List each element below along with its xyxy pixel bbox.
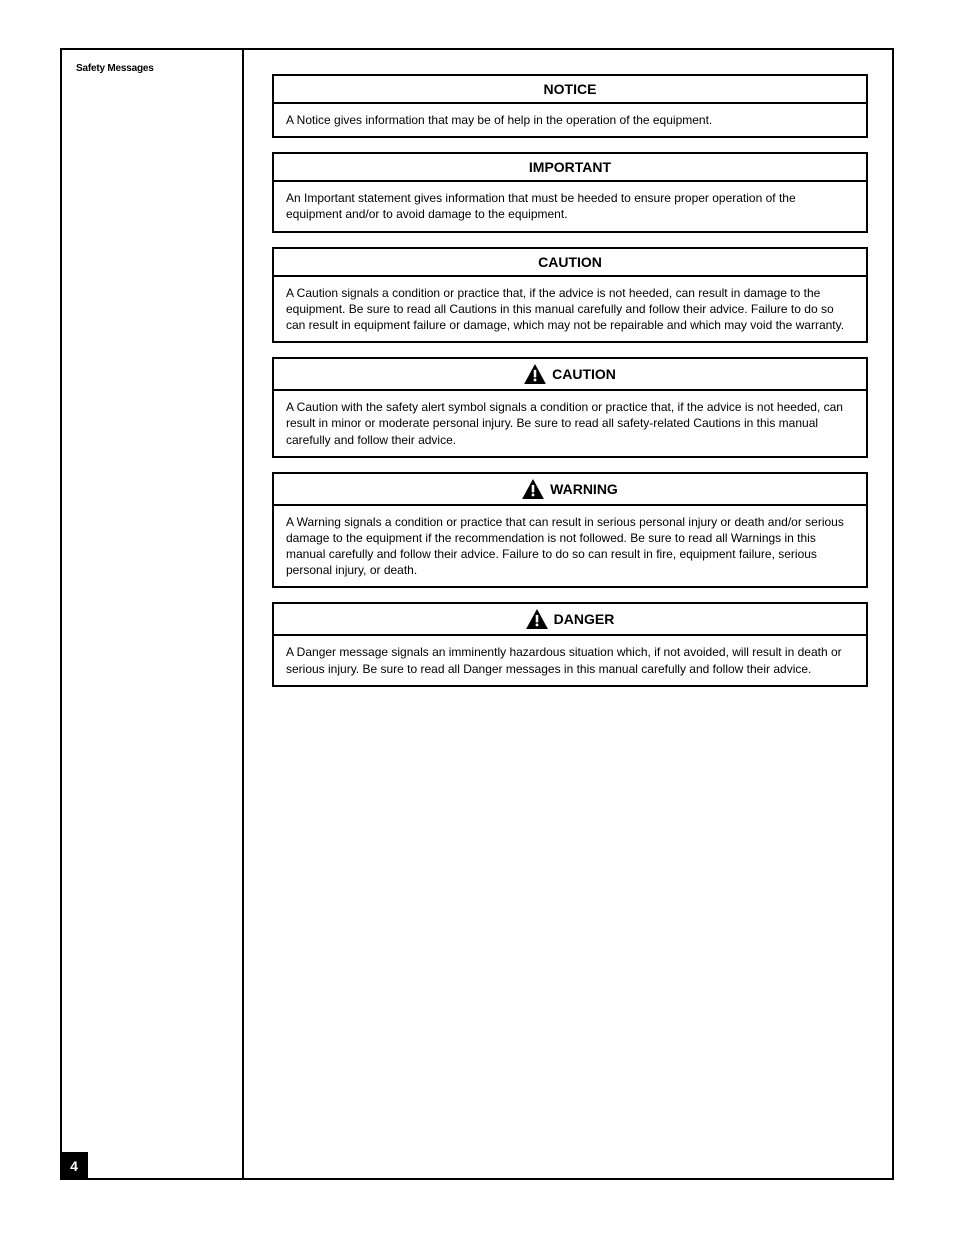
callout-caution: CAUTION A Caution signals a condition or… (272, 247, 868, 344)
callout-body: A Warning signals a condition or practic… (274, 506, 866, 587)
callout-danger: DANGER A Danger message signals an immin… (272, 602, 868, 686)
sidebar-heading: Safety Messages (76, 62, 226, 75)
callout-body: An Important statement gives information… (274, 182, 866, 230)
callout-caution-alert: CAUTION A Caution with the safety alert … (272, 357, 868, 458)
callout-title: CAUTION (552, 366, 616, 382)
alert-icon (522, 479, 544, 499)
callout-body: A Danger message signals an imminently h… (274, 636, 866, 684)
callout-column: NOTICE A Notice gives information that m… (272, 74, 868, 1165)
callout-header: WARNING (274, 474, 866, 506)
callout-header: NOTICE (274, 76, 866, 104)
callout-header: IMPORTANT (274, 154, 866, 182)
callout-header: DANGER (274, 604, 866, 636)
callout-warning: WARNING A Warning signals a condition or… (272, 472, 868, 589)
callout-header: CAUTION (274, 359, 866, 391)
column-divider (242, 48, 244, 1180)
callout-body: A Caution with the safety alert symbol s… (274, 391, 866, 456)
callout-title: DANGER (554, 611, 615, 627)
page-number: 4 (60, 1152, 88, 1180)
callout-title: IMPORTANT (529, 159, 611, 175)
callout-title: WARNING (550, 481, 618, 497)
callout-notice: NOTICE A Notice gives information that m… (272, 74, 868, 138)
callout-header: CAUTION (274, 249, 866, 277)
alert-icon (526, 609, 548, 629)
callout-important: IMPORTANT An Important statement gives i… (272, 152, 868, 232)
callout-title: CAUTION (538, 254, 602, 270)
callout-title: NOTICE (544, 81, 597, 97)
alert-icon (524, 364, 546, 384)
callout-body: A Caution signals a condition or practic… (274, 277, 866, 342)
callout-body: A Notice gives information that may be o… (274, 104, 866, 136)
page-number-text: 4 (70, 1158, 78, 1174)
